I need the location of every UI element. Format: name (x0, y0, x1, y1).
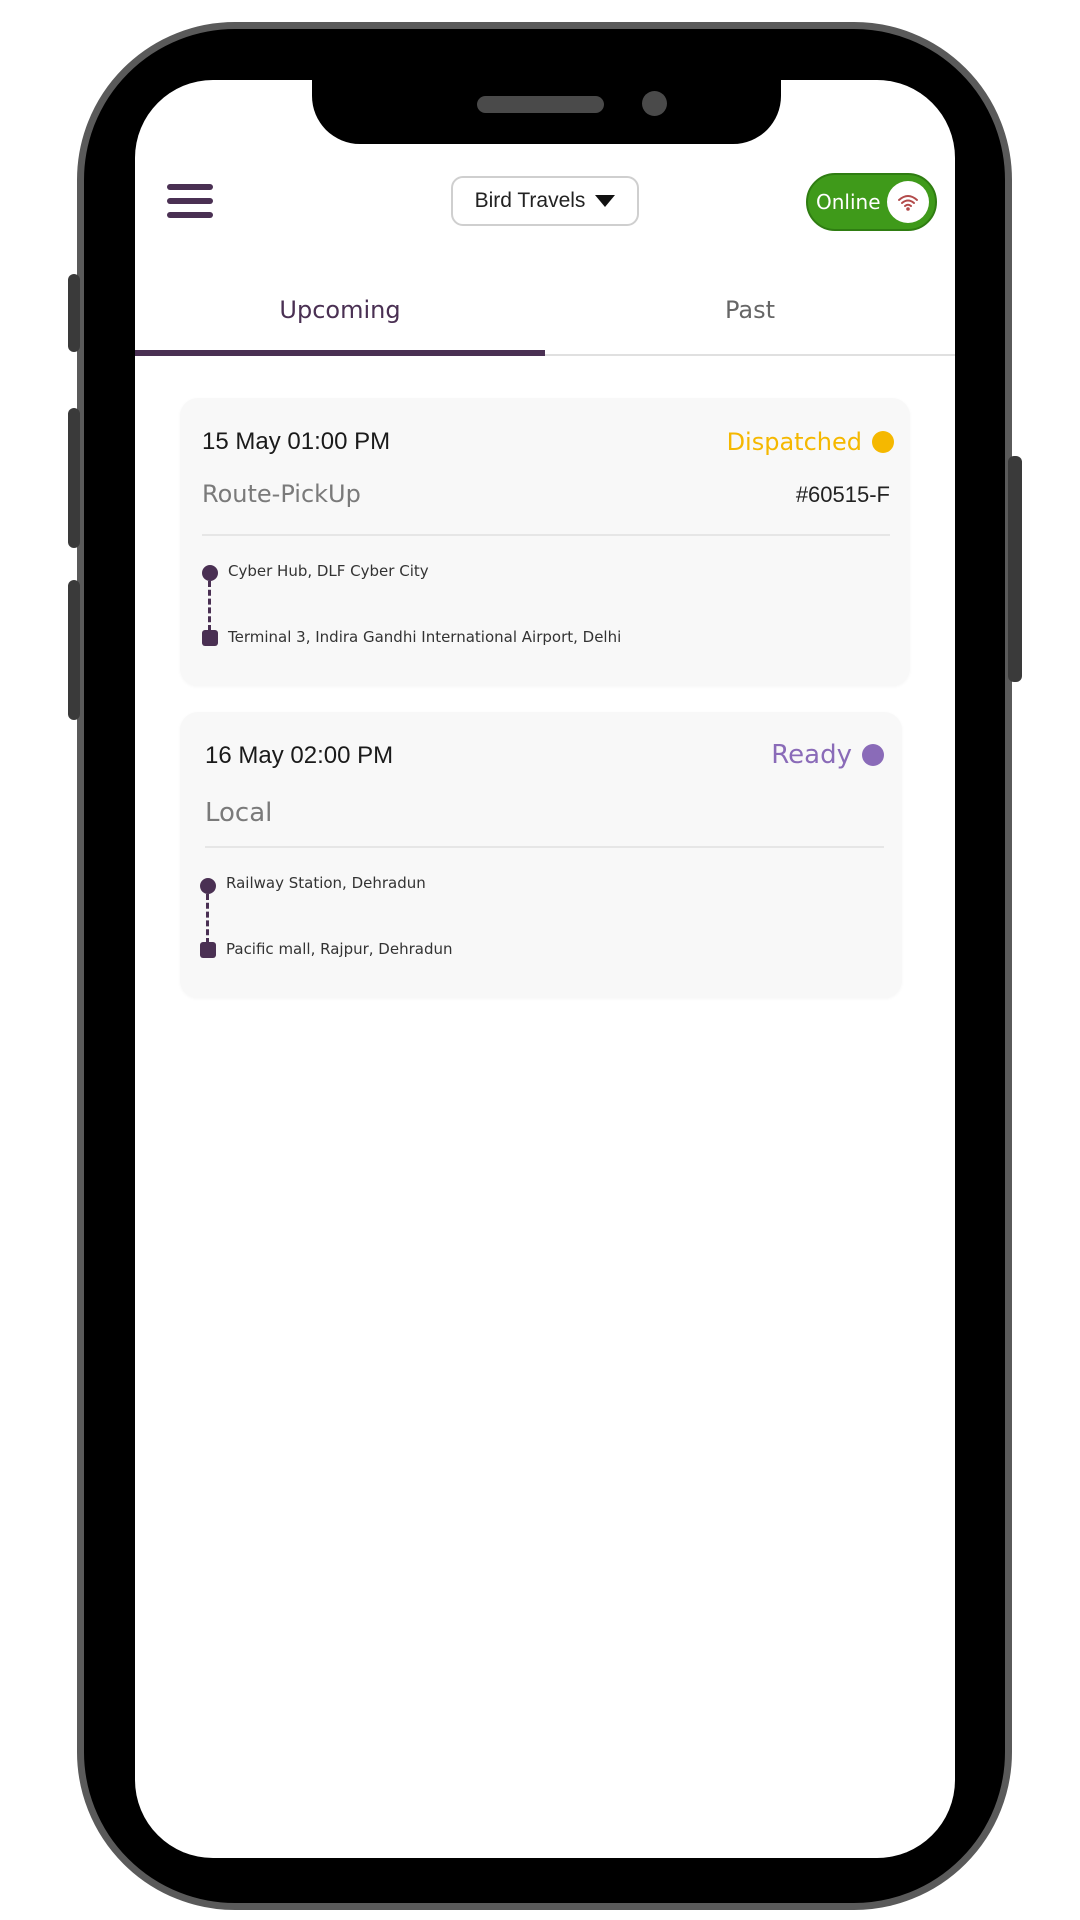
trip-type: Local (205, 798, 273, 828)
speaker-grille (477, 96, 604, 113)
trip-id: #60515-F (795, 482, 890, 507)
status-dot-icon (862, 744, 884, 766)
card-divider (202, 534, 890, 536)
screen: Bird Travels Online Upcoming Past 15 May… (135, 80, 955, 1858)
power-button (1008, 456, 1022, 682)
company-name: Bird Travels (474, 189, 586, 212)
trip-card[interactable]: 15 May 01:00 PM Dispatched Route-PickUp … (180, 398, 910, 686)
trip-status: Ready (771, 740, 884, 770)
tab-bar: Upcoming Past (135, 280, 955, 356)
route-line (208, 581, 211, 631)
tab-indicator (135, 350, 545, 356)
pickup-pin-icon (202, 565, 218, 581)
card-divider (205, 846, 884, 848)
wifi-icon (887, 181, 929, 223)
trip-type: Route-PickUp (202, 480, 361, 508)
drop-address: Pacific mall, Rajpur, Dehradun (226, 940, 453, 958)
volume-up-button (68, 408, 80, 548)
drop-address: Terminal 3, Indira Gandhi International … (228, 628, 622, 646)
trip-status: Dispatched (727, 428, 894, 456)
status-dot-icon (872, 431, 894, 453)
tab-upcoming[interactable]: Upcoming (135, 280, 545, 354)
menu-icon[interactable] (167, 184, 213, 218)
pickup-address: Railway Station, Dehradun (226, 874, 426, 892)
trip-card[interactable]: 16 May 02:00 PM Ready Local Railway Stat… (180, 712, 902, 998)
volume-down-button (68, 580, 80, 720)
status-label: Dispatched (726, 428, 862, 456)
phone-notch (312, 74, 781, 144)
front-camera (642, 91, 667, 116)
pickup-address: Cyber Hub, DLF Cyber City (228, 562, 429, 580)
trip-datetime: 16 May 02:00 PM (205, 742, 394, 769)
drop-pin-icon (200, 942, 216, 958)
tab-past-label: Past (724, 296, 775, 324)
dropdown-caret-icon (595, 195, 616, 207)
trip-datetime: 15 May 01:00 PM (202, 428, 391, 455)
status-label: Ready (771, 740, 852, 770)
mute-switch (68, 274, 80, 352)
tab-past[interactable]: Past (545, 280, 955, 354)
online-label: Online (816, 190, 881, 214)
drop-pin-icon (202, 630, 218, 646)
online-toggle[interactable]: Online (806, 173, 937, 231)
pickup-pin-icon (200, 878, 216, 894)
tab-upcoming-label: Upcoming (279, 296, 401, 324)
company-select[interactable]: Bird Travels (451, 176, 639, 226)
route-line (206, 894, 209, 944)
